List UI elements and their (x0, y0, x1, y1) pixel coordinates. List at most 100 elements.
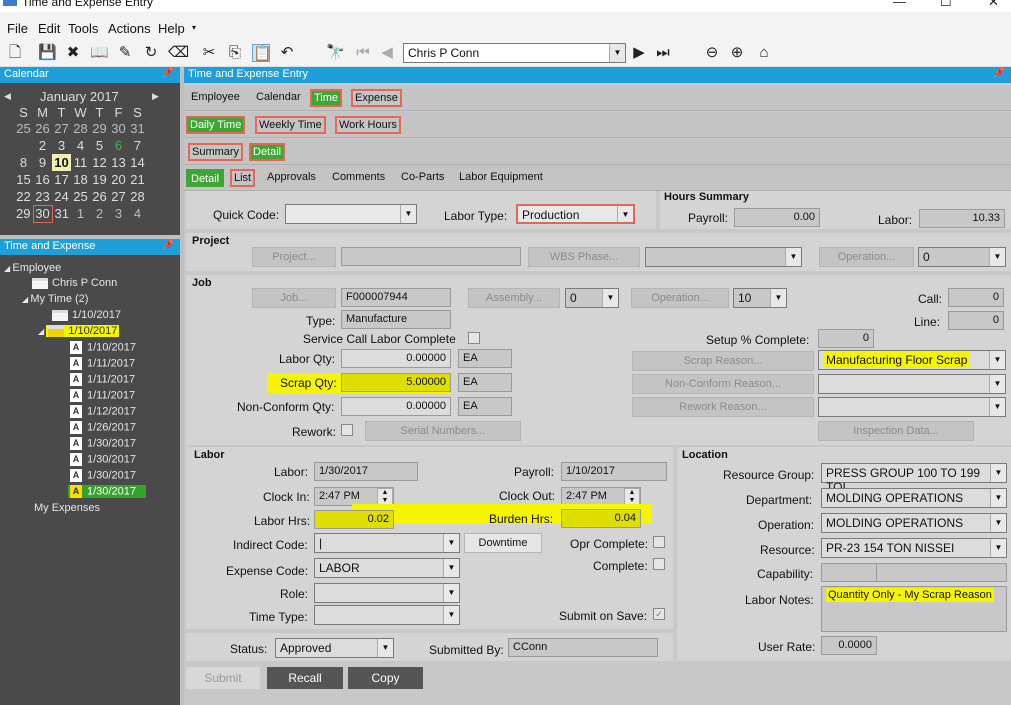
scrap-reason-button[interactable]: Scrap Reason... (632, 351, 814, 371)
operation-select[interactable]: MOLDING OPERATIONS ▼ (821, 513, 1007, 533)
opr-complete-checkbox[interactable] (653, 536, 665, 548)
complete-checkbox[interactable] (653, 558, 665, 570)
status-select[interactable]: Approved ▼ (275, 638, 394, 658)
tab-work-hours[interactable]: Work Hours (335, 116, 401, 134)
dropdown-arrow-icon[interactable]: ▼ (785, 248, 801, 266)
scrap-qty-field[interactable]: 5.00000 (341, 373, 451, 392)
back-icon[interactable]: ⊖ (703, 44, 721, 62)
calendar-day[interactable]: 8 (14, 154, 33, 171)
tab-list[interactable]: List (230, 169, 256, 187)
menu-file[interactable]: File (7, 21, 28, 36)
calendar-day[interactable]: 31 (52, 205, 71, 222)
menu-actions[interactable]: Actions (108, 21, 151, 36)
dropdown-arrow-icon[interactable]: ▼ (989, 248, 1005, 266)
serial-numbers-button[interactable]: Serial Numbers... (365, 421, 521, 441)
tab-daily-time[interactable]: Daily Time (186, 116, 246, 134)
calendar-day[interactable]: 23 (33, 188, 52, 205)
save-icon[interactable]: 💾 (38, 44, 57, 62)
dropdown-arrow-icon[interactable]: ▼ (989, 351, 1005, 369)
rework-reason-select[interactable]: ▼ (818, 397, 1006, 417)
forward-icon[interactable]: ⊕ (728, 44, 746, 62)
calendar-day[interactable]: 12 (90, 154, 109, 171)
project-field[interactable] (341, 247, 521, 266)
tab-calendar[interactable]: Calendar (253, 89, 304, 107)
inspection-data-button[interactable]: Inspection Data... (818, 421, 974, 441)
employee-combo[interactable]: Chris P Conn ▼ (403, 43, 626, 63)
calendar-day[interactable]: 15 (14, 171, 33, 188)
refresh-icon[interactable]: ↻ (142, 44, 160, 62)
submit-on-save-checkbox[interactable]: ✓ (653, 608, 665, 620)
calendar-day[interactable]: 5 (90, 137, 109, 154)
calendar-day[interactable]: 19 (90, 171, 109, 188)
search-icon[interactable]: 🔭 (326, 44, 345, 62)
job-operation-select[interactable]: 10 ▼ (733, 288, 787, 308)
book-icon[interactable]: 📖 (90, 44, 109, 62)
calendar-day[interactable]: 20 (109, 171, 128, 188)
pin-icon[interactable]: 📌 (993, 68, 1005, 79)
calendar-day[interactable]: 29 (90, 120, 109, 137)
dropdown-arrow-icon[interactable]: ▼ (377, 639, 393, 657)
payroll-date-field[interactable]: 1/10/2017 (561, 462, 667, 481)
maximize-icon[interactable]: ☐ (940, 0, 952, 10)
clock-out-spinner[interactable]: ▲ ▼ (624, 488, 640, 505)
wbs-phase-select[interactable]: ▼ (645, 247, 802, 267)
calendar-day[interactable]: 3 (52, 137, 71, 154)
assembly-button[interactable]: Assembly... (468, 288, 560, 308)
dropdown-arrow-icon[interactable]: ▼ (602, 289, 618, 307)
calendar-day[interactable]: 27 (52, 120, 71, 137)
calendar-day[interactable]: 26 (33, 120, 52, 137)
job-number-field[interactable]: F000007944 (341, 288, 451, 307)
tree-node-entry[interactable]: A 1/30/2017 (70, 437, 136, 450)
calendar-day[interactable]: 24 (52, 188, 71, 205)
tree-node-date1[interactable]: 1/10/2017 (52, 309, 121, 321)
calendar-day[interactable]: 31 (128, 120, 147, 137)
previous-record-icon[interactable]: ◀ (378, 44, 396, 62)
tree-node-employee-name[interactable]: Chris P Conn (32, 277, 117, 289)
service-call-checkbox[interactable] (468, 332, 480, 344)
recall-button[interactable]: Recall (267, 667, 343, 689)
home-icon[interactable]: ⌂ (755, 44, 773, 62)
dropdown-arrow-icon[interactable]: ▼ (989, 375, 1005, 393)
indirect-code-select[interactable]: | ▼ (314, 533, 460, 553)
tab-expense[interactable]: Expense (351, 89, 402, 107)
calendar-day[interactable]: 3 (109, 205, 128, 222)
tab-comments[interactable]: Comments (329, 169, 388, 187)
job-button[interactable]: Job... (252, 288, 336, 308)
calendar-day[interactable]: 21 (128, 171, 147, 188)
nonconform-qty-field[interactable]: 0.00000 (341, 397, 451, 416)
project-operation-button[interactable]: Operation... (819, 247, 914, 267)
role-select[interactable]: ▼ (314, 583, 460, 603)
calendar-day[interactable]: 22 (14, 188, 33, 205)
calendar-day[interactable]: 30 (109, 120, 128, 137)
tab-weekly-time[interactable]: Weekly Time (255, 116, 326, 134)
tree-node-entry[interactable]: A 1/11/2017 (70, 389, 135, 402)
pin-icon[interactable]: 📌 (162, 68, 174, 79)
dropdown-arrow-icon[interactable]: ▼ (770, 289, 786, 307)
calendar-day[interactable]: 2 (33, 137, 52, 154)
paste-icon[interactable]: 📋 (252, 44, 272, 62)
calendar-day[interactable]: 11 (71, 154, 90, 171)
menu-tools[interactable]: Tools (68, 21, 98, 36)
dropdown-arrow-icon[interactable]: ▼ (609, 44, 625, 62)
tab-detail-sub[interactable]: Detail (186, 169, 225, 187)
calendar-day[interactable]: 9 (33, 154, 52, 171)
tree-node-employee[interactable]: ◢ Employee (4, 262, 61, 274)
new-icon[interactable]: 🗋 (6, 44, 24, 62)
undo-icon[interactable]: ↶ (278, 44, 296, 62)
calendar-day[interactable]: 28 (71, 120, 90, 137)
dropdown-arrow-icon[interactable]: ▼ (443, 534, 459, 552)
labor-notes-field[interactable]: Quantity Only - My Scrap Reason (821, 586, 1007, 632)
department-select[interactable]: MOLDING OPERATIONS ▼ (821, 488, 1007, 508)
calendar-day[interactable]: 30 (32, 204, 53, 223)
tree-node-entry[interactable]: A 1/30/2017 (70, 469, 136, 482)
clock-in-spinner[interactable]: ▲ ▼ (377, 488, 393, 505)
tab-labor-equipment[interactable]: Labor Equipment (456, 169, 546, 187)
calendar-day[interactable]: 7 (128, 137, 147, 154)
delete-icon[interactable]: ✖ (64, 44, 82, 62)
scrap-reason-select[interactable]: Manufacturing Floor Scrap ▼ (818, 350, 1006, 370)
tree-node-entry[interactable]: A 1/30/2017 (68, 485, 146, 498)
resource-group-select[interactable]: PRESS GROUP 100 TO 199 TOI ▼ (821, 463, 1007, 494)
assembly-select[interactable]: 0 ▼ (565, 288, 619, 308)
quick-code-select[interactable]: ▼ (285, 204, 417, 224)
calendar-day[interactable]: 4 (71, 137, 90, 154)
